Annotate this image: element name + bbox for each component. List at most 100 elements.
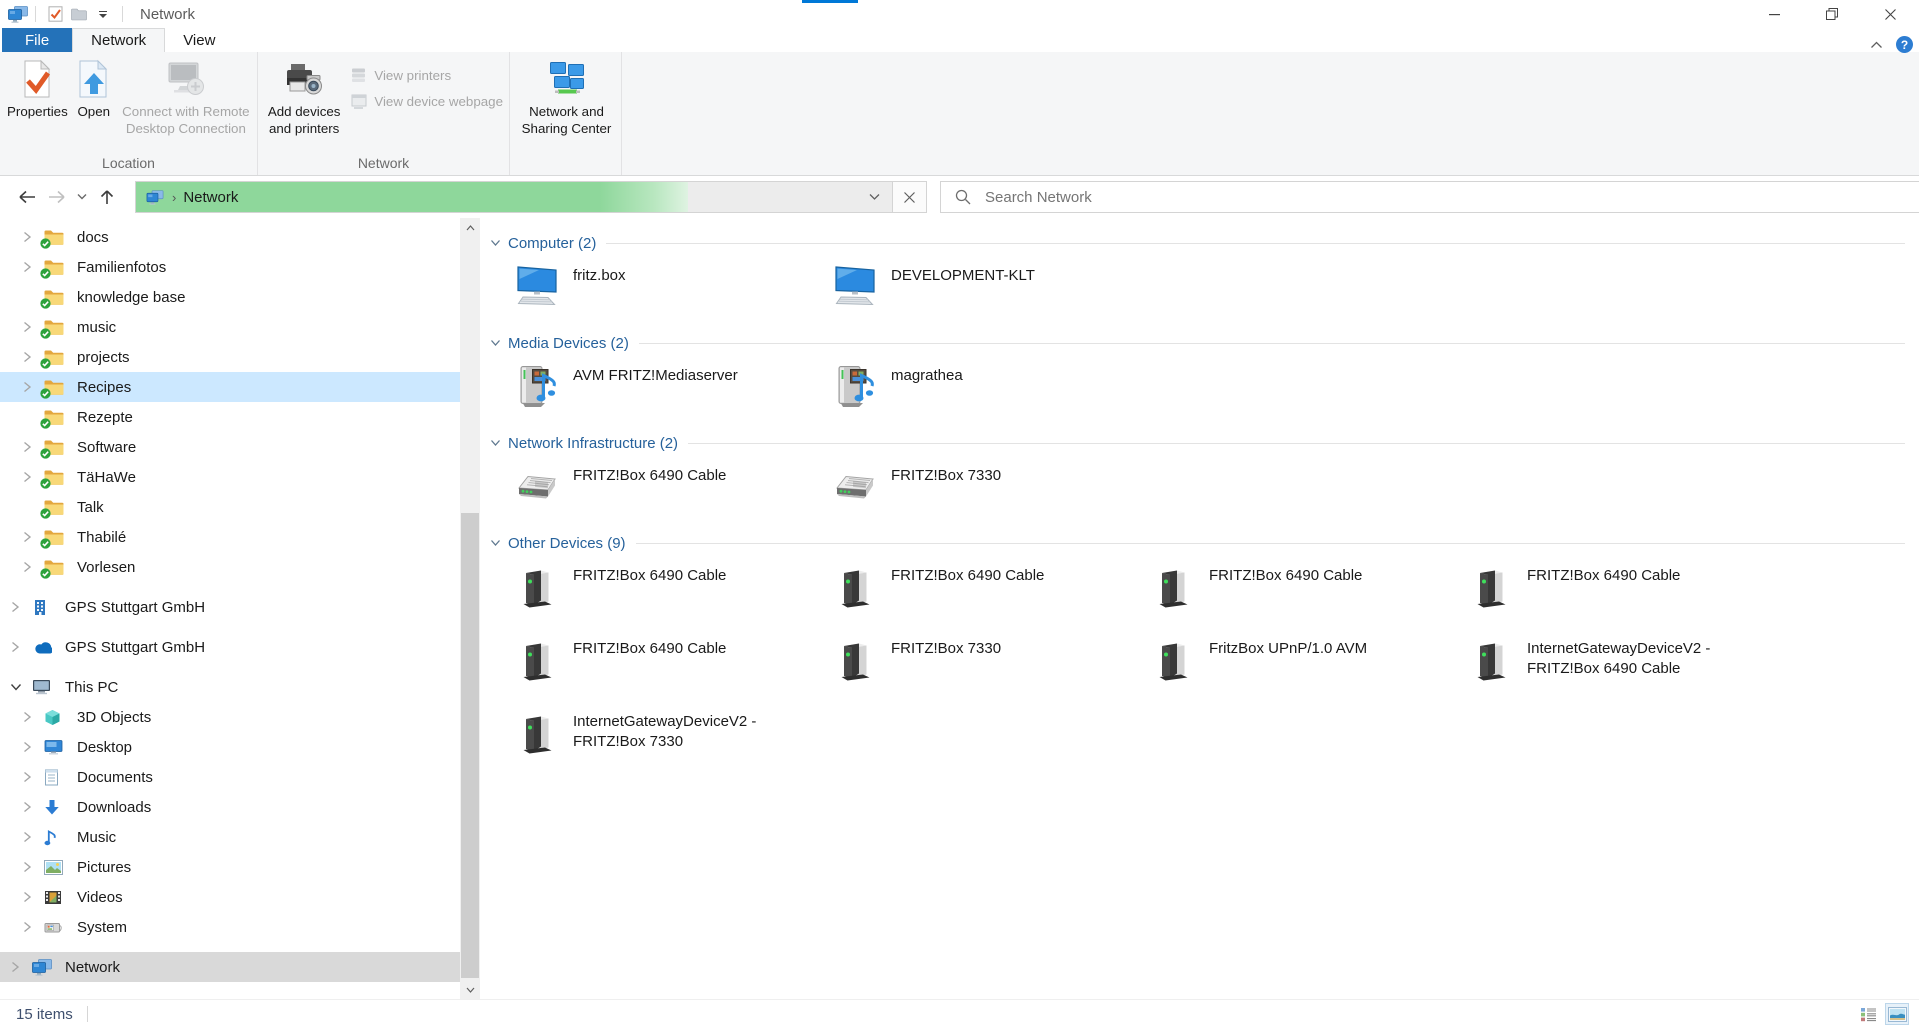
collapse-ribbon-button[interactable] <box>1870 41 1883 49</box>
sidebar-item-projects[interactable]: projects <box>0 342 460 372</box>
device-item-magrathea[interactable]: magrathea <box>833 364 1151 408</box>
chevron-down-icon[interactable] <box>10 683 32 692</box>
section-header[interactable]: Computer (2) <box>490 234 1905 252</box>
sidebar-item-talk[interactable]: Talk <box>0 492 460 522</box>
tab-network[interactable]: Network <box>72 28 165 52</box>
add-devices-printers-button[interactable]: Add devices and printers <box>262 53 346 137</box>
qat-new-folder-button[interactable] <box>67 2 91 26</box>
chevron-right-icon[interactable] <box>22 711 44 723</box>
forward-button[interactable] <box>42 182 72 212</box>
network-sharing-center-button[interactable]: Network and Sharing Center <box>514 53 619 137</box>
address-bar[interactable]: › Network <box>135 181 927 213</box>
device-item-fritz-box-6490-cable[interactable]: FRITZ!Box 6490 Cable <box>833 564 1151 608</box>
view-printers-button[interactable]: View printers <box>346 64 507 86</box>
chevron-down-icon[interactable] <box>490 239 501 247</box>
close-button[interactable] <box>1861 0 1919 28</box>
up-button[interactable] <box>92 182 122 212</box>
chevron-right-icon[interactable] <box>10 641 32 653</box>
device-item-fritz-box-6490-cable[interactable]: FRITZ!Box 6490 Cable <box>515 464 833 508</box>
back-button[interactable] <box>12 182 42 212</box>
device-item-fritzbox-upnp-1-0-avm[interactable]: FritzBox UPnP/1.0 AVM <box>1151 637 1469 681</box>
sidebar-item-thabil[interactable]: Thabilé <box>0 522 460 552</box>
large-icons-view-button[interactable] <box>1885 1003 1909 1025</box>
chevron-down-icon[interactable] <box>490 339 501 347</box>
search-input[interactable] <box>983 188 1919 207</box>
scroll-up-button[interactable] <box>460 218 480 238</box>
view-device-webpage-button[interactable]: View device webpage <box>346 90 507 112</box>
address-cancel-button[interactable] <box>892 182 926 212</box>
sidebar-item-this-pc[interactable]: This PC <box>0 672 460 702</box>
sidebar-item-docs[interactable]: docs <box>0 222 460 252</box>
sidebar-item-rezepte[interactable]: Rezepte <box>0 402 460 432</box>
sidebar-item-network[interactable]: Network <box>0 952 460 982</box>
sidebar-item-knowledge-base[interactable]: knowledge base <box>0 282 460 312</box>
chevron-right-icon[interactable] <box>22 861 44 873</box>
tab-view[interactable]: View <box>165 28 233 52</box>
sidebar-item-videos[interactable]: Videos <box>0 882 460 912</box>
sidebar-item-vorlesen[interactable]: Vorlesen <box>0 552 460 582</box>
thispc-icon <box>32 679 56 695</box>
section-title: Computer (2) <box>508 235 596 252</box>
sidebar-item-software[interactable]: Software <box>0 432 460 462</box>
device-item-fritz-box-6490-cable[interactable]: FRITZ!Box 6490 Cable <box>1469 564 1787 608</box>
tab-file[interactable]: File <box>2 28 72 52</box>
sidebar-item-music[interactable]: music <box>0 312 460 342</box>
chevron-right-icon[interactable] <box>22 891 44 903</box>
device-item-fritz-box-6490-cable[interactable]: FRITZ!Box 6490 Cable <box>515 564 833 608</box>
section-header[interactable]: Media Devices (2) <box>490 334 1905 352</box>
sidebar-item-pictures[interactable]: Pictures <box>0 852 460 882</box>
details-view-button[interactable] <box>1856 1003 1880 1025</box>
sidebar-item-downloads[interactable]: Downloads <box>0 792 460 822</box>
address-dropdown-button[interactable] <box>856 182 892 212</box>
device-item-internetgatewaydevicev2-fritz-box-6490-cable[interactable]: InternetGatewayDeviceV2 - FRITZ!Box 6490… <box>1469 637 1787 681</box>
sidebar-item-familienfotos[interactable]: Familienfotos <box>0 252 460 282</box>
chevron-right-icon[interactable] <box>22 831 44 843</box>
properties-button[interactable]: Properties <box>4 53 71 120</box>
section-divider <box>639 343 1905 344</box>
item-grid: fritz.boxDEVELOPMENT-KLT <box>490 264 1905 308</box>
sidebar-item-3d-objects[interactable]: 3D Objects <box>0 702 460 732</box>
sidebar-item-gps-stuttgart-gmbh[interactable]: GPS Stuttgart GmbH <box>0 592 460 622</box>
chevron-right-icon[interactable] <box>22 771 44 783</box>
sidebar-item-desktop[interactable]: Desktop <box>0 732 460 762</box>
section-other-devices-9: Other Devices (9)FRITZ!Box 6490 CableFRI… <box>490 534 1905 754</box>
device-item-avm-fritz-mediaserver[interactable]: AVM FRITZ!Mediaserver <box>515 364 833 408</box>
device-item-fritz-box-6490-cable[interactable]: FRITZ!Box 6490 Cable <box>515 637 833 681</box>
breadcrumb[interactable]: › Network <box>136 182 856 212</box>
chevron-right-icon[interactable] <box>10 601 32 613</box>
chevron-right-icon[interactable] <box>22 801 44 813</box>
chevron-down-icon[interactable] <box>490 439 501 447</box>
section-header[interactable]: Network Infrastructure (2) <box>490 434 1905 452</box>
breadcrumb-item-network[interactable]: Network <box>183 189 238 206</box>
chevron-right-icon[interactable] <box>22 741 44 753</box>
device-item-internetgatewaydevicev2-fritz-box-7330[interactable]: InternetGatewayDeviceV2 - FRITZ!Box 7330 <box>515 710 833 754</box>
device-item-fritz-box-7330[interactable]: FRITZ!Box 7330 <box>833 464 1151 508</box>
help-button[interactable]: ? <box>1896 36 1913 53</box>
device-item-fritz-box[interactable]: fritz.box <box>515 264 833 308</box>
scroll-down-button[interactable] <box>460 980 480 1000</box>
chevron-down-icon[interactable] <box>490 539 501 547</box>
sidebar-item-gps-stuttgart-gmbh[interactable]: GPS Stuttgart GmbH <box>0 632 460 662</box>
connect-remote-desktop-button[interactable]: Connect with Remote Desktop Connection <box>117 53 255 137</box>
restore-button[interactable] <box>1803 0 1861 28</box>
device-item-fritz-box-7330[interactable]: FRITZ!Box 7330 <box>833 637 1151 681</box>
section-header[interactable]: Other Devices (9) <box>490 534 1905 552</box>
sidebar-item-t-hawe[interactable]: TäHaWe <box>0 462 460 492</box>
sidebar-item-recipes[interactable]: Recipes <box>0 372 460 402</box>
scrollbar-thumb[interactable] <box>461 513 479 978</box>
chevron-right-icon[interactable] <box>10 961 32 973</box>
device-item-development-klt[interactable]: DEVELOPMENT-KLT <box>833 264 1151 308</box>
sidebar-scrollbar[interactable] <box>460 218 480 1000</box>
chevron-right-icon[interactable]: › <box>172 190 176 205</box>
qat-customize-button[interactable] <box>91 2 115 26</box>
device-item-fritz-box-6490-cable[interactable]: FRITZ!Box 6490 Cable <box>1151 564 1469 608</box>
sidebar-item-documents[interactable]: Documents <box>0 762 460 792</box>
minimize-button[interactable] <box>1745 0 1803 28</box>
qat-properties-button[interactable] <box>43 2 67 26</box>
recent-locations-button[interactable] <box>72 182 92 212</box>
open-button[interactable]: Open <box>71 53 117 120</box>
device-icon <box>515 564 559 608</box>
sidebar-item-music[interactable]: Music <box>0 822 460 852</box>
chevron-right-icon[interactable] <box>22 921 44 933</box>
sidebar-item-system[interactable]: System <box>0 912 460 942</box>
